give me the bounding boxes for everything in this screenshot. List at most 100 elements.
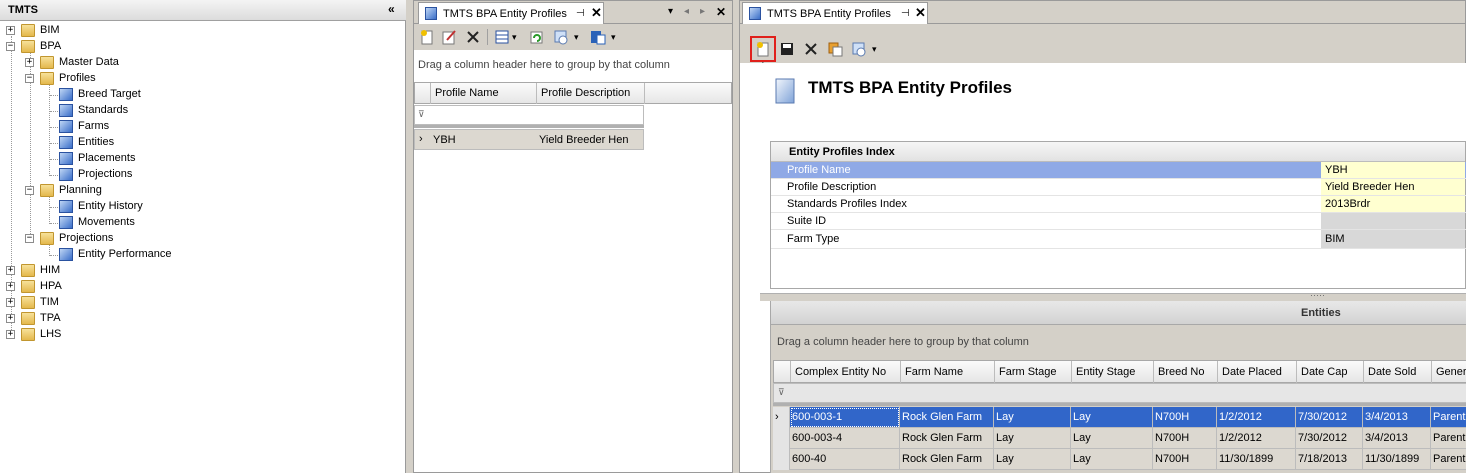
scroll-tabs-left-icon[interactable]: ◂ <box>684 6 689 17</box>
scroll-tabs-right-icon[interactable]: ▸ <box>700 6 705 17</box>
expand-collapse-icon[interactable]: + <box>6 26 15 35</box>
tab-entity-profiles-detail[interactable]: TMTS BPA Entity Profiles ⊣ ✕ <box>742 2 928 24</box>
expand-collapse-icon[interactable]: + <box>6 314 15 323</box>
table-cell: Lay <box>1071 449 1153 470</box>
profiles-filter-row[interactable]: ⊽ <box>414 105 644 125</box>
table-row[interactable]: 600-003-4 Rock Glen Farm Lay Lay N700H 1/2/20… <box>773 428 1466 449</box>
close-tab-icon[interactable]: ✕ <box>591 5 602 21</box>
property-value[interactable]: YBH <box>1325 164 1348 176</box>
print-dropdown-icon[interactable]: ▾ <box>611 32 616 43</box>
expand-collapse-icon[interactable]: − <box>6 42 15 51</box>
form-title: TMTS BPA Entity Profiles <box>808 78 1013 97</box>
expand-collapse-icon[interactable]: − <box>25 234 34 243</box>
save-icon[interactable] <box>779 41 795 57</box>
delete-record-icon[interactable] <box>803 41 819 57</box>
row-indicator-icon[interactable] <box>773 428 790 449</box>
expand-collapse-icon[interactable]: + <box>25 58 34 67</box>
property-row-standards-profiles-index[interactable]: Standards Profiles Index 2013Brdr <box>771 196 1466 213</box>
column-header[interactable]: Farm Name <box>901 361 995 383</box>
table-cell: Parent <box>1431 449 1466 470</box>
close-document-icon[interactable]: ✕ <box>716 5 726 19</box>
table-cell: Parent <box>1431 407 1466 428</box>
tree-node-label: Entity Performance <box>78 248 172 260</box>
grid-divider <box>773 403 1466 406</box>
row-indicator-header <box>774 361 791 382</box>
table-cell: N700H <box>1153 449 1217 470</box>
column-header[interactable]: Date Placed <box>1218 361 1297 383</box>
folder-icon <box>21 328 35 341</box>
index-header: Entity Profiles Index <box>771 142 1465 162</box>
print-icon[interactable] <box>590 29 606 45</box>
tree-node-label: HIM <box>40 264 61 276</box>
tree-header: TMTS « <box>0 0 406 21</box>
columns-dropdown-icon[interactable]: ▾ <box>512 32 517 43</box>
table-cell: 600-003-4 <box>790 428 900 449</box>
export-icon[interactable] <box>851 41 867 57</box>
expand-collapse-icon[interactable]: − <box>25 74 34 83</box>
row-indicator-icon[interactable] <box>773 449 790 470</box>
column-header[interactable]: Farm Stage <box>995 361 1072 383</box>
property-row-farm-type[interactable]: Farm Type BIM <box>771 230 1466 249</box>
tree-node-label: Placements <box>78 152 136 164</box>
table-cell: Rock Glen Farm <box>900 449 994 470</box>
column-header-profile-description[interactable]: Profile Description <box>537 83 645 104</box>
splitter-grip-icon: ····· <box>1310 290 1325 300</box>
edit-record-icon[interactable] <box>441 29 457 45</box>
table-cell: 11/30/1899 <box>1217 449 1296 470</box>
table-cell: N700H <box>1153 428 1217 449</box>
close-tab-icon[interactable]: ✕ <box>915 5 926 21</box>
profile-description-cell: Yield Breeder Hen <box>539 134 629 146</box>
document-icon <box>59 152 73 165</box>
pin-icon[interactable]: ⊣ <box>576 8 585 19</box>
tab-list-dropdown-icon[interactable]: ▾ <box>668 6 673 17</box>
row-indicator-icon[interactable]: › <box>773 407 790 428</box>
profiles-list-panel: TMTS BPA Entity Profiles ⊣ ✕ ▾ ◂ ▸ ✕ ▾ ▾… <box>413 0 733 473</box>
tree-node-label: Standards <box>78 104 129 116</box>
columns-icon[interactable] <box>494 29 510 45</box>
column-header[interactable]: Entity Stage <box>1072 361 1154 383</box>
export-icon[interactable] <box>553 29 569 45</box>
property-row-profile-description[interactable]: Profile Description Yield Breeder Hen <box>771 179 1466 196</box>
profiles-grid-header: Profile Name Profile Description <box>414 82 732 104</box>
table-row[interactable]: › YBH Yield Breeder Hen <box>414 129 644 150</box>
horizontal-splitter[interactable]: ····· <box>760 290 1466 301</box>
table-cell: Parent <box>1431 428 1466 449</box>
tab-entity-profiles-list[interactable]: TMTS BPA Entity Profiles ⊣ ✕ <box>418 2 604 24</box>
expand-collapse-icon[interactable]: − <box>25 186 34 195</box>
property-row-profile-name[interactable]: Profile Name YBH <box>771 162 1466 179</box>
tree-node-label: LHS <box>40 328 62 340</box>
property-value[interactable]: Yield Breeder Hen <box>1325 181 1414 193</box>
column-header[interactable]: Breed No <box>1154 361 1218 383</box>
tree-node-label: Entity History <box>78 200 143 212</box>
tree-node-label: Master Data <box>59 56 119 68</box>
tree-node-label: TIM <box>40 296 59 308</box>
table-row[interactable]: 600-40 Rock Glen Farm Lay Lay N700H 11/30/189… <box>773 449 1466 470</box>
expand-collapse-icon[interactable]: + <box>6 330 15 339</box>
table-row[interactable]: › 600-003-1 Rock Glen Farm Lay Lay N700H 1/2/2… <box>773 407 1466 428</box>
column-header-profile-name[interactable]: Profile Name <box>431 83 537 104</box>
delete-record-icon[interactable] <box>465 29 481 45</box>
entities-filter-row[interactable]: ⊽ <box>773 383 1466 403</box>
expand-collapse-icon[interactable]: + <box>6 298 15 307</box>
refresh-icon[interactable] <box>529 29 545 45</box>
new-record-icon[interactable] <box>419 29 435 45</box>
property-value[interactable]: 2013Brdr <box>1325 198 1370 210</box>
column-header[interactable]: Date Cap <box>1297 361 1364 383</box>
new-record-icon[interactable] <box>755 41 771 57</box>
profile-name-cell: YBH <box>433 134 456 146</box>
collapse-panel-icon[interactable]: « <box>388 2 395 16</box>
expand-collapse-icon[interactable]: + <box>6 266 15 275</box>
column-header[interactable]: Date Sold <box>1364 361 1432 383</box>
pin-icon[interactable]: ⊣ <box>901 8 910 19</box>
copy-record-icon[interactable] <box>827 41 843 57</box>
property-row-suite-id[interactable]: Suite ID <box>771 213 1466 230</box>
table-cell: 7/30/2012 <box>1296 407 1363 428</box>
column-header[interactable]: Complex Entity No <box>791 361 901 383</box>
expand-collapse-icon[interactable]: + <box>6 282 15 291</box>
column-header[interactable]: Genera <box>1432 361 1466 383</box>
property-value: BIM <box>1325 233 1345 245</box>
export-dropdown-icon[interactable]: ▾ <box>872 44 877 55</box>
property-name: Suite ID <box>787 215 827 227</box>
table-cell: Lay <box>994 407 1071 428</box>
export-dropdown-icon[interactable]: ▾ <box>574 32 579 43</box>
